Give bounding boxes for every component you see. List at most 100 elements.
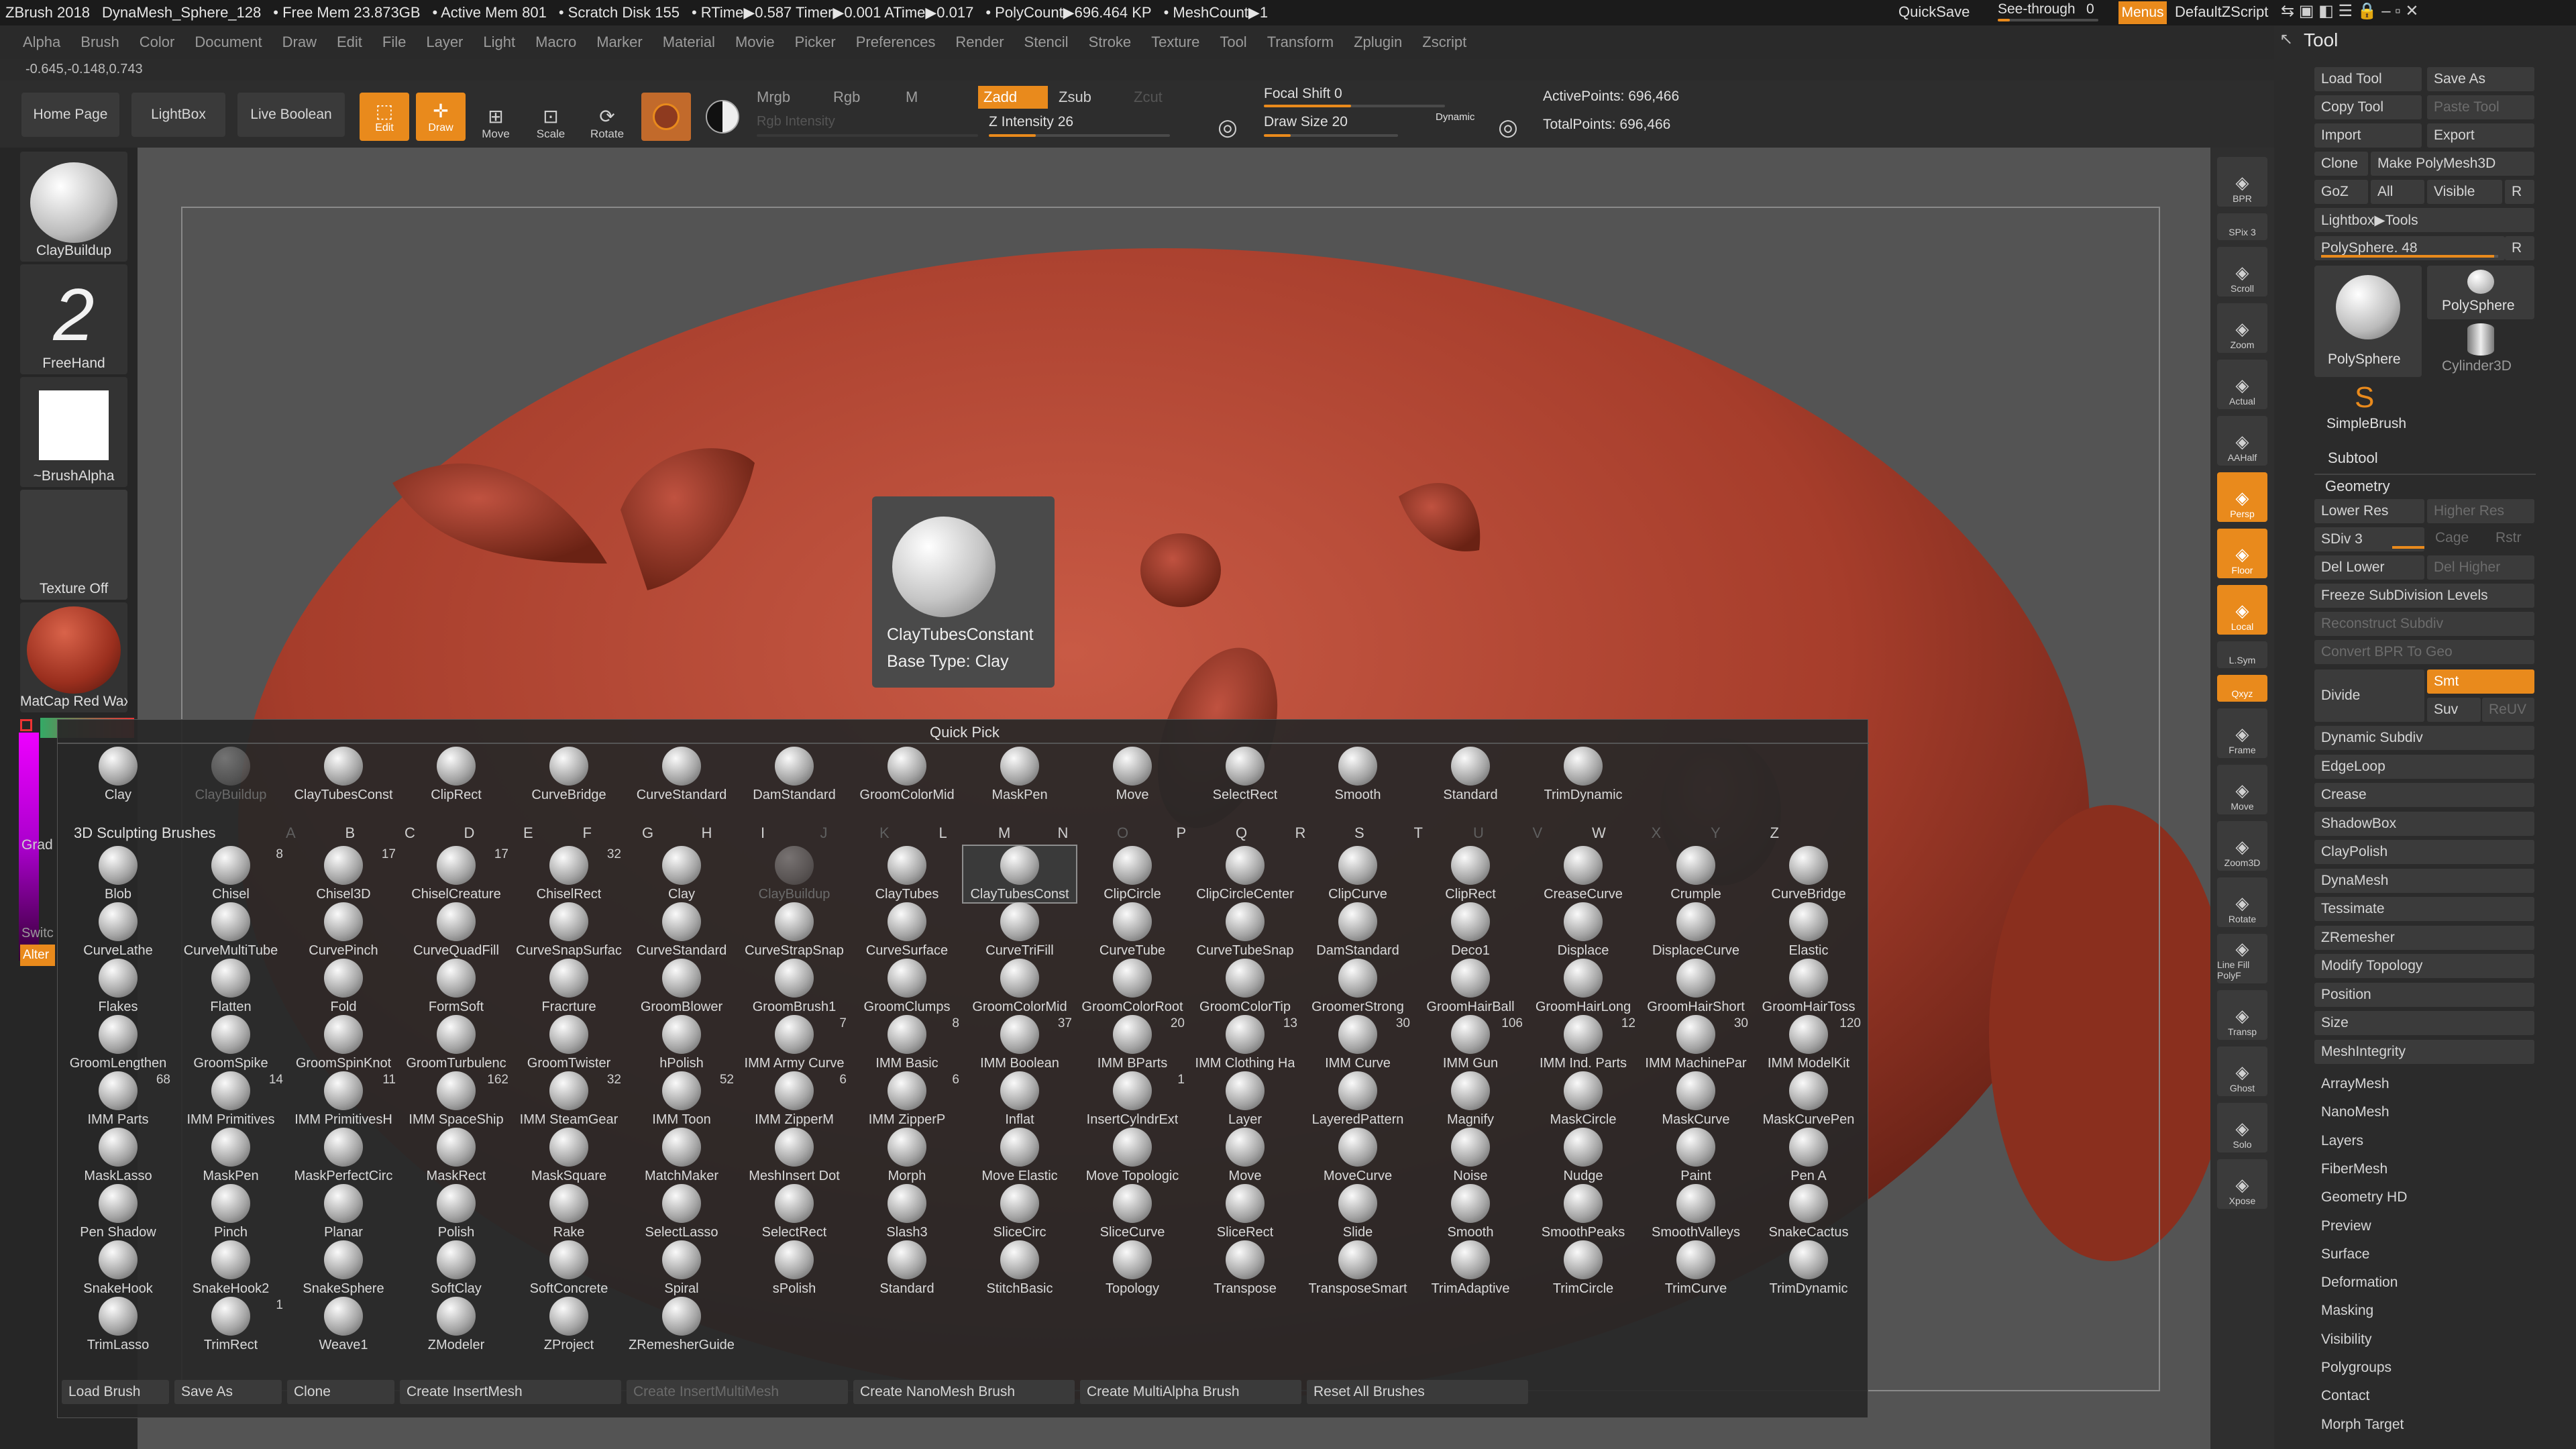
- tray-rotate-button[interactable]: ◈ Rotate: [2217, 877, 2267, 927]
- letter-filter-i[interactable]: I: [761, 824, 765, 842]
- brush-curvetube[interactable]: CurveTube: [1076, 902, 1189, 959]
- brush-imm-gun[interactable]: IMM Gun 106: [1414, 1015, 1527, 1071]
- texture-thumbnail[interactable]: Texture Off: [20, 490, 127, 600]
- letter-filter-t[interactable]: T: [1414, 824, 1423, 842]
- palette-pin-icon[interactable]: ↖: [2279, 30, 2293, 49]
- brush-trimcurve[interactable]: TrimCurve: [1640, 1240, 1752, 1297]
- focal-shift-slider[interactable]: [1264, 105, 1445, 107]
- brush-pen-a[interactable]: Pen A: [1752, 1128, 1865, 1184]
- clone-tool-button[interactable]: Clone: [2314, 152, 2368, 176]
- brush-groomturbulenc[interactable]: GroomTurbulenc: [400, 1015, 513, 1071]
- quick-pick-groomcolormid[interactable]: GroomColorMid: [851, 747, 963, 803]
- brush-cliprect[interactable]: ClipRect: [1414, 846, 1527, 902]
- letter-filter-c[interactable]: C: [405, 824, 415, 842]
- create-multialpha-brush-button[interactable]: Create MultiAlpha Brush: [1080, 1380, 1301, 1404]
- quick-pick-move[interactable]: Move: [1076, 747, 1189, 803]
- live-boolean-button[interactable]: Live Boolean: [237, 93, 345, 137]
- letter-filter-e[interactable]: E: [523, 824, 533, 842]
- quick-pick-claytubesconst[interactable]: ClayTubesConst: [287, 747, 400, 803]
- quick-pick-curvestandard[interactable]: CurveStandard: [625, 747, 738, 803]
- lightbox-button[interactable]: LightBox: [131, 93, 225, 137]
- brush-groomtwister[interactable]: GroomTwister: [513, 1015, 625, 1071]
- brush-layeredpattern[interactable]: LayeredPattern: [1301, 1071, 1414, 1128]
- goz-visible-button[interactable]: Visible: [2427, 180, 2502, 204]
- letter-filter-q[interactable]: Q: [1236, 824, 1247, 842]
- menu-macro[interactable]: Macro: [535, 34, 576, 51]
- tray-xpose-button[interactable]: ◈ Xpose: [2217, 1159, 2267, 1209]
- brush-weave1[interactable]: Weave1: [287, 1297, 400, 1353]
- geometry-shadowbox-panel[interactable]: ShadowBox: [2314, 811, 2534, 836]
- brush-move-elastic[interactable]: Move Elastic: [963, 1128, 1076, 1184]
- tool-section-layers[interactable]: Layers: [2321, 1133, 2363, 1149]
- brush-smoothvalleys[interactable]: SmoothValleys: [1640, 1184, 1752, 1240]
- freeze-subdivision-button[interactable]: Freeze SubDivision Levels: [2314, 584, 2534, 608]
- brush-imm-bparts[interactable]: IMM BParts 20: [1076, 1015, 1189, 1071]
- tray-spix-3-button[interactable]: SPix 3: [2217, 213, 2267, 240]
- tray-bpr-button[interactable]: ◈ BPR: [2217, 157, 2267, 207]
- tray-floor-button[interactable]: ◈ Floor: [2217, 529, 2267, 578]
- dynamic-mode-button[interactable]: ◎: [1488, 93, 1528, 141]
- brush-curvetrifill[interactable]: CurveTriFill: [963, 902, 1076, 959]
- brush-clay[interactable]: Clay: [625, 846, 738, 902]
- brush-crumple[interactable]: Crumple: [1640, 846, 1752, 902]
- letter-filter-u[interactable]: U: [1473, 824, 1484, 842]
- geometry-modify-topology-panel[interactable]: Modify Topology: [2314, 954, 2534, 978]
- tool-section-nanomesh[interactable]: NanoMesh: [2321, 1104, 2390, 1120]
- brush-hpolish[interactable]: hPolish: [625, 1015, 738, 1071]
- alternate-color-toggle[interactable]: Alter: [20, 945, 55, 966]
- brush-imm-machinepar[interactable]: IMM MachinePar 30: [1640, 1015, 1752, 1071]
- brush-selectlasso[interactable]: SelectLasso: [625, 1184, 738, 1240]
- brush-slash3[interactable]: Slash3: [851, 1184, 963, 1240]
- brush-polish[interactable]: Polish: [400, 1184, 513, 1240]
- menus-toggle[interactable]: Menus: [2118, 1, 2167, 24]
- brush-groomerstrong[interactable]: GroomerStrong: [1301, 959, 1414, 1015]
- brush-imm-spaceship[interactable]: IMM SpaceShip 162: [400, 1071, 513, 1128]
- brush-maskrect[interactable]: MaskRect: [400, 1128, 513, 1184]
- brush-paint[interactable]: Paint: [1640, 1128, 1752, 1184]
- brush-maskcircle[interactable]: MaskCircle: [1527, 1071, 1640, 1128]
- menu-layer[interactable]: Layer: [426, 34, 463, 51]
- stroke-thumbnail[interactable]: 2 FreeHand: [20, 264, 127, 374]
- letter-filter-o[interactable]: O: [1117, 824, 1128, 842]
- brush-curvequadfill[interactable]: CurveQuadFill: [400, 902, 513, 959]
- tray-line-fill-polyf-button[interactable]: ◈ Line Fill PolyF: [2217, 934, 2267, 983]
- menu-color[interactable]: Color: [140, 34, 175, 51]
- brush-softconcrete[interactable]: SoftConcrete: [513, 1240, 625, 1297]
- brush-clipcurve[interactable]: ClipCurve: [1301, 846, 1414, 902]
- switch-color-button[interactable]: Switc: [21, 926, 54, 941]
- tray-ghost-button[interactable]: ◈ Ghost: [2217, 1046, 2267, 1096]
- quick-pick-standard[interactable]: Standard: [1414, 747, 1527, 803]
- tray-local-button[interactable]: ◈ Local: [2217, 585, 2267, 635]
- brush-formsoft[interactable]: FormSoft: [400, 959, 513, 1015]
- brush-fracrture[interactable]: Fracrture: [513, 959, 625, 1015]
- brush-imm-zipperp[interactable]: IMM ZipperP 6: [851, 1071, 963, 1128]
- menu-zplugin[interactable]: Zplugin: [1354, 34, 1402, 51]
- draw-mode-button[interactable]: ✛ Draw: [416, 93, 466, 141]
- brush-softclay[interactable]: SoftClay: [400, 1240, 513, 1297]
- quicksave-button[interactable]: QuickSave: [1898, 3, 1970, 21]
- menu-movie[interactable]: Movie: [735, 34, 775, 51]
- brush-insertcylndrext[interactable]: InsertCylndrExt 1: [1076, 1071, 1189, 1128]
- material-swatch[interactable]: [641, 93, 691, 141]
- brush-maskperfectcirc[interactable]: MaskPerfectCirc: [287, 1128, 400, 1184]
- subtool-section[interactable]: Subtool: [2328, 449, 2378, 467]
- brush-imm-clothing-ha[interactable]: IMM Clothing Ha 13: [1189, 1015, 1301, 1071]
- brush-claytubes[interactable]: ClayTubes: [851, 846, 963, 902]
- quick-pick-selectrect[interactable]: SelectRect: [1189, 747, 1301, 803]
- brush-groomspinknot[interactable]: GroomSpinKnot: [287, 1015, 400, 1071]
- polysphere-r-button[interactable]: R: [2505, 236, 2534, 260]
- divide-button[interactable]: Divide: [2314, 669, 2424, 722]
- alpha-thumbnail[interactable]: ~BrushAlpha: [20, 377, 127, 487]
- brush-fold[interactable]: Fold: [287, 959, 400, 1015]
- brush-snakehook[interactable]: SnakeHook: [62, 1240, 174, 1297]
- brush-deco1[interactable]: Deco1: [1414, 902, 1527, 959]
- brush-spiral[interactable]: Spiral: [625, 1240, 738, 1297]
- reuv-button[interactable]: ReUV: [2482, 698, 2534, 722]
- tray-frame-button[interactable]: ◈ Frame: [2217, 708, 2267, 758]
- tray-zoom-button[interactable]: ◈ Zoom: [2217, 303, 2267, 353]
- current-tool-thumb[interactable]: PolySphere: [2314, 266, 2422, 377]
- brush-curvestandard[interactable]: CurveStandard: [625, 902, 738, 959]
- tool-section-contact[interactable]: Contact: [2321, 1388, 2369, 1404]
- geometry-dynamesh-panel[interactable]: DynaMesh: [2314, 868, 2534, 893]
- brush-nudge[interactable]: Nudge: [1527, 1128, 1640, 1184]
